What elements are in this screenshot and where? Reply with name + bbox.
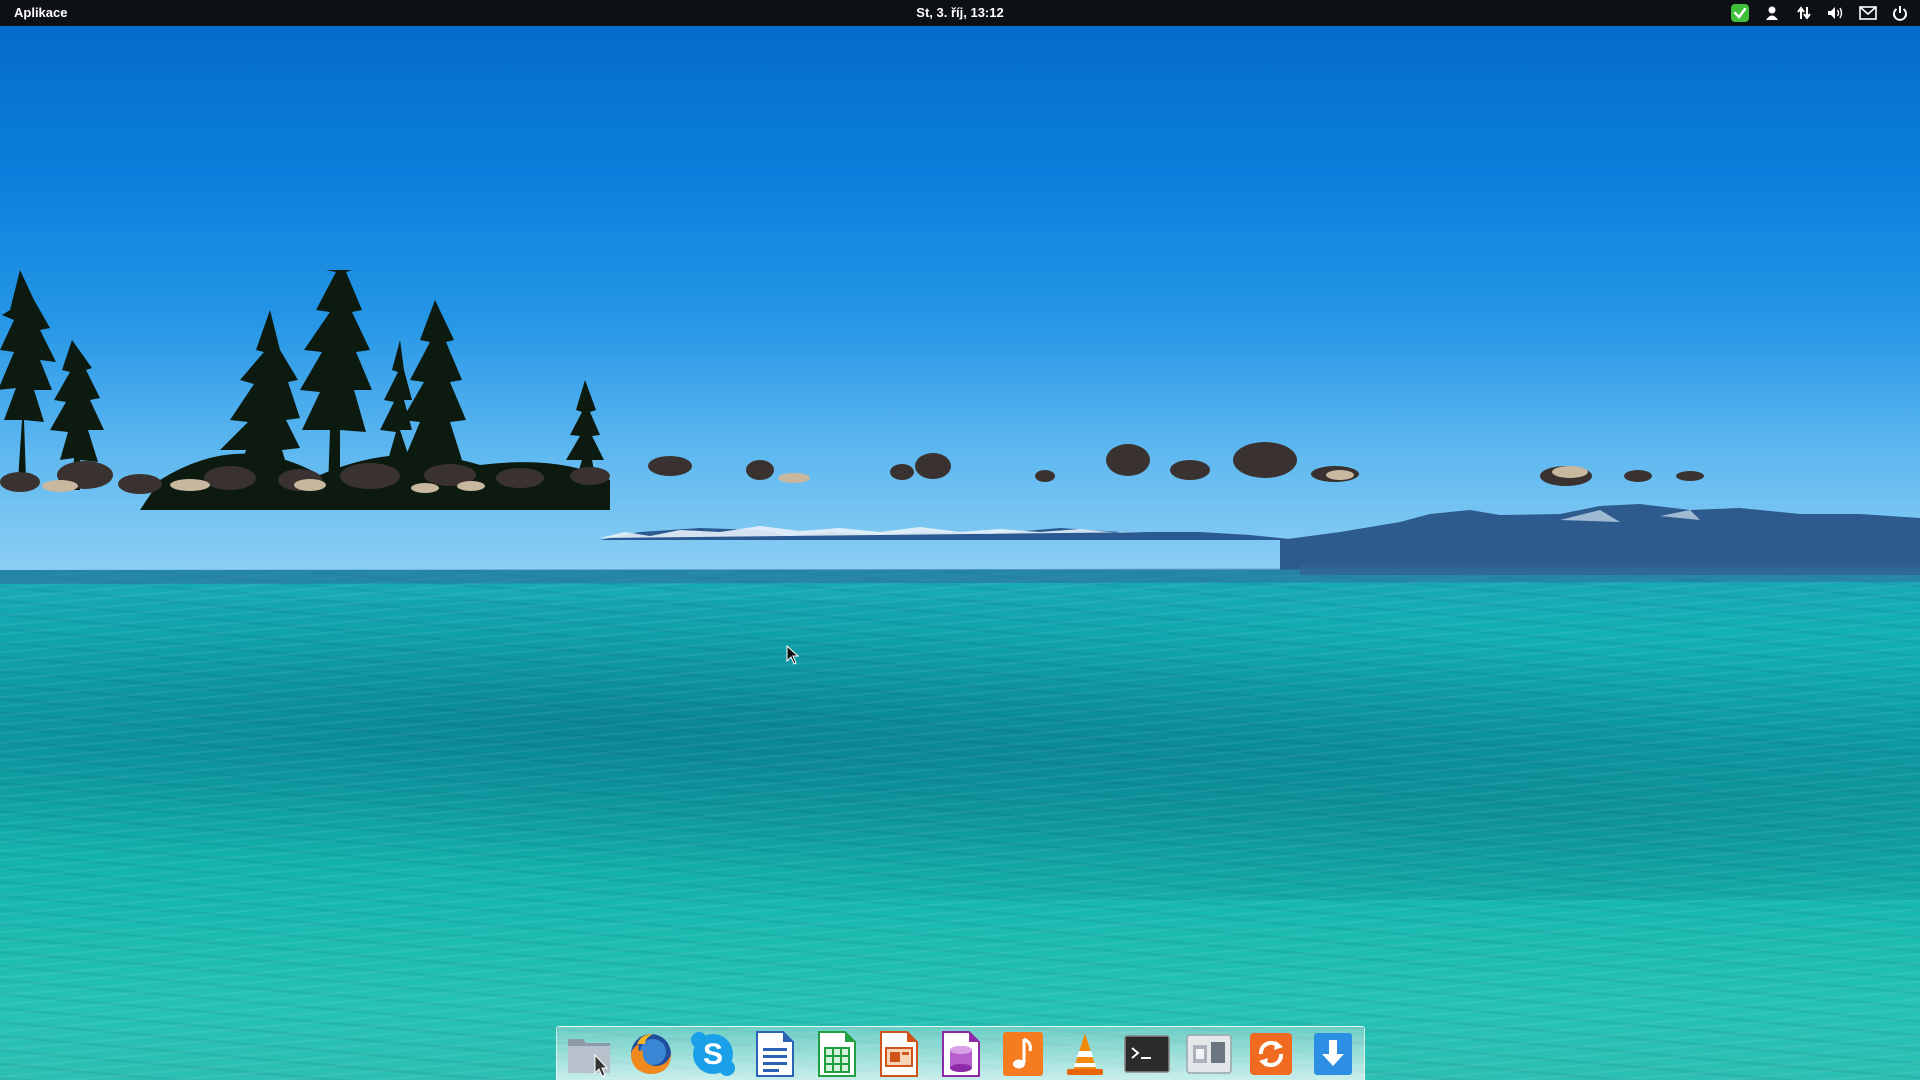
- network-icon[interactable]: [1788, 0, 1820, 26]
- clock-container: St, 3. říj, 13:12: [0, 0, 1920, 26]
- files-icon: [567, 1039, 610, 1077]
- dock-item-downloads[interactable]: [1302, 1027, 1364, 1080]
- dock-item-writer[interactable]: [744, 1027, 806, 1080]
- clock-datetime[interactable]: St, 3. říj, 13:12: [916, 5, 1003, 20]
- mail-icon[interactable]: [1852, 0, 1884, 26]
- system-indicators: [1724, 0, 1916, 26]
- libreoffice-impress-icon: [879, 1031, 918, 1077]
- dock-item-skype[interactable]: S: [682, 1027, 744, 1080]
- power-icon[interactable]: [1884, 0, 1916, 26]
- dock-item-files[interactable]: [558, 1027, 620, 1080]
- volume-icon[interactable]: [1820, 0, 1852, 26]
- firefox-icon: [630, 1034, 671, 1074]
- libreoffice-writer-icon: [755, 1031, 794, 1077]
- dock-item-software-updater[interactable]: [1240, 1027, 1302, 1080]
- dock-item-settings[interactable]: [1178, 1027, 1240, 1080]
- software-update-icon: [1249, 1033, 1292, 1075]
- desktop-wallpaper: [0, 0, 1920, 1080]
- system-settings-icon: [1185, 1034, 1232, 1074]
- terminal-icon: [1123, 1035, 1170, 1073]
- vlc-icon: [1066, 1033, 1103, 1075]
- top-panel: Aplikace St, 3. říj, 13:12: [0, 0, 1920, 26]
- wallpaper-landscape: [0, 270, 1920, 584]
- dock-item-calc[interactable]: [806, 1027, 868, 1080]
- dock-item-music[interactable]: [992, 1027, 1054, 1080]
- dock: S: [556, 1026, 1365, 1080]
- user-icon[interactable]: [1756, 0, 1788, 26]
- water-ripples: [0, 570, 1920, 1080]
- download-icon: [1313, 1033, 1352, 1075]
- libreoffice-calc-icon: [817, 1031, 856, 1077]
- svg-text:S: S: [702, 1038, 722, 1071]
- dock-item-base[interactable]: [930, 1027, 992, 1080]
- dock-item-vlc[interactable]: [1054, 1027, 1116, 1080]
- dock-item-firefox[interactable]: [620, 1027, 682, 1080]
- applications-menu-button[interactable]: Aplikace: [14, 0, 67, 26]
- skype-icon: S: [690, 1032, 735, 1076]
- update-shield-icon[interactable]: [1724, 0, 1756, 26]
- dock-item-impress[interactable]: [868, 1027, 930, 1080]
- music-icon: [1002, 1032, 1043, 1076]
- libreoffice-base-icon: [941, 1031, 980, 1077]
- dock-item-terminal[interactable]: [1116, 1027, 1178, 1080]
- mouse-pointer-icon: [786, 645, 800, 665]
